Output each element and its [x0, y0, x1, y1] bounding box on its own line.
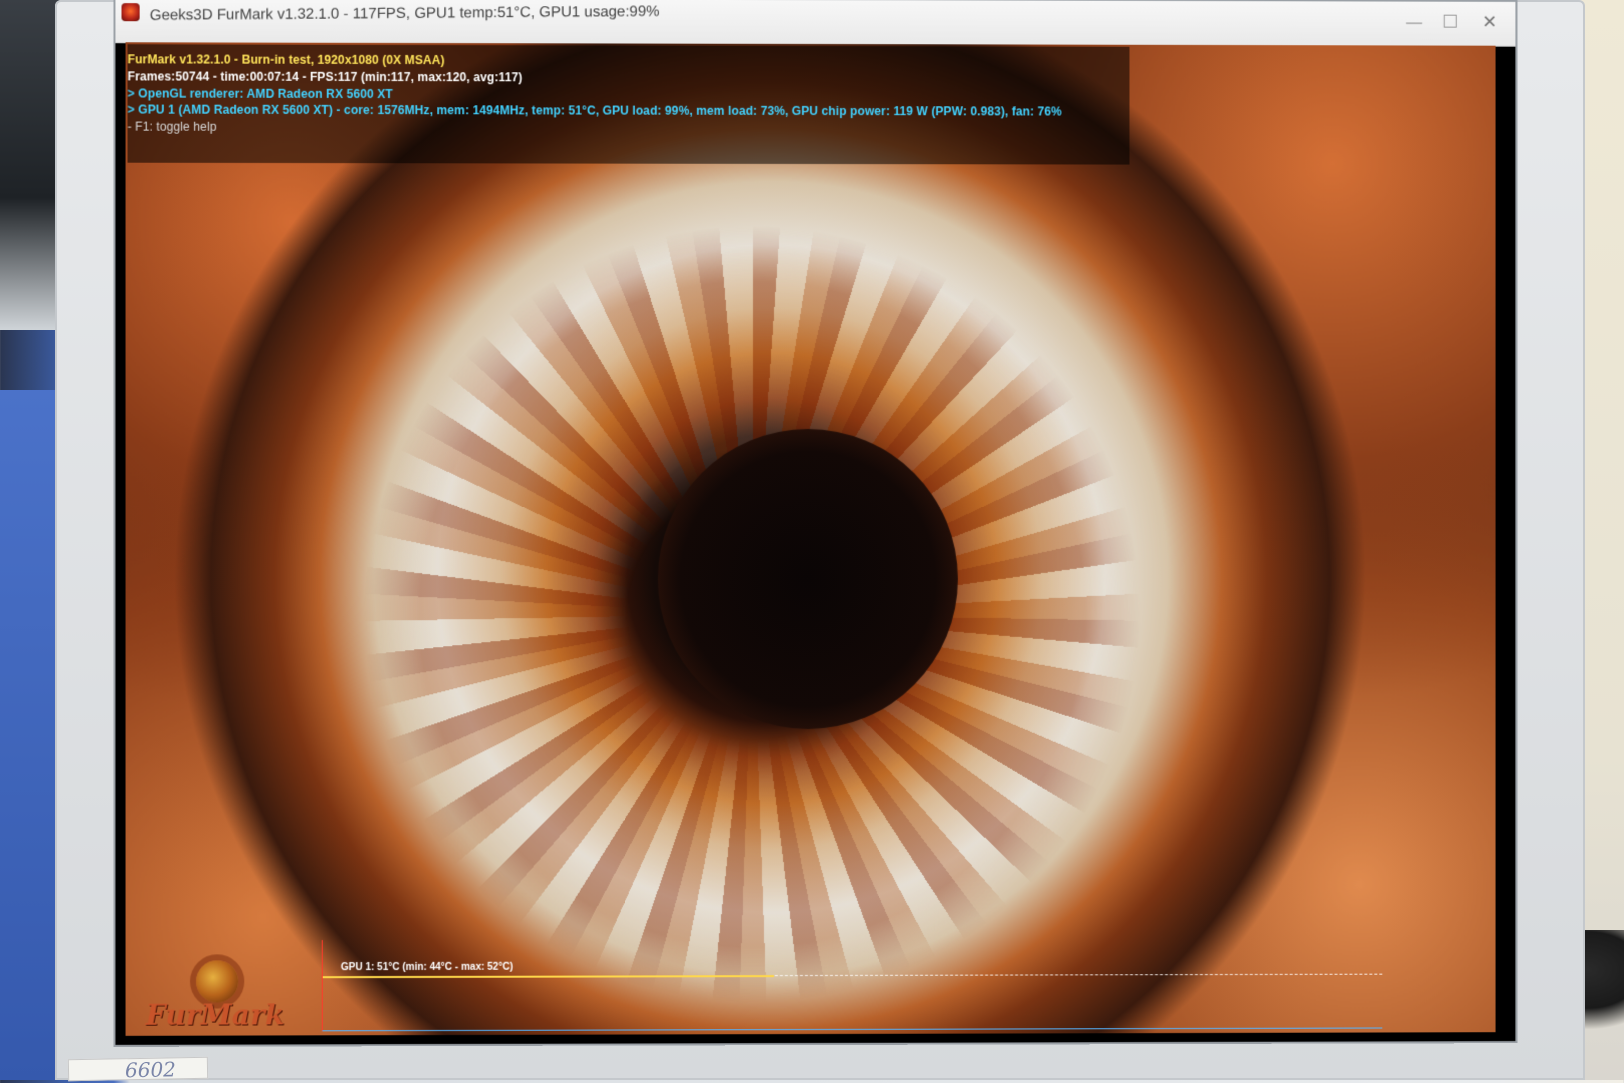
- close-button[interactable]: ✕: [1474, 10, 1506, 36]
- hud-renderer-line: > OpenGL renderer: AMD Radeon RX 5600 XT: [127, 86, 393, 102]
- logo-text: FurMark: [145, 998, 285, 1032]
- window-title: Geeks3D FurMark v1.32.1.0 - 117FPS, GPU1…: [149, 2, 660, 24]
- furmark-app-icon: [121, 3, 140, 22]
- minimize-button[interactable]: —: [1398, 10, 1430, 36]
- maximize-button[interactable]: ☐: [1434, 10, 1466, 36]
- asset-sticker: 6602: [67, 1056, 209, 1082]
- hud-help-line: - F1: toggle help: [127, 119, 217, 134]
- hud-overlay: FurMark v1.32.1.0 - Burn-in test, 1920x1…: [127, 44, 1130, 165]
- pupil: [657, 428, 958, 730]
- temperature-graph-series: [322, 975, 774, 979]
- title-bar[interactable]: Geeks3D FurMark v1.32.1.0 - 117FPS, GPU1…: [115, 0, 1516, 47]
- hud-frames-line: Frames:50744 - time:00:07:14 - FPS:117 (…: [127, 69, 523, 85]
- hud-title-line: FurMark v1.32.1.0 - Burn-in test, 1920x1…: [127, 52, 445, 68]
- furmark-logo: FurMark: [146, 950, 307, 1036]
- logo-orb-icon: [196, 960, 239, 1003]
- hud-gpu-line: > GPU 1 (AMD Radeon RX 5600 XT) - core: …: [127, 102, 1062, 119]
- furmark-window: Geeks3D FurMark v1.32.1.0 - 117FPS, GPU1…: [115, 0, 1516, 1045]
- temperature-graph: GPU 1: 51°C (min: 44°C - max: 52°C): [321, 937, 1383, 1032]
- temperature-graph-label: GPU 1: 51°C (min: 44°C - max: 52°C): [340, 961, 514, 974]
- render-viewport[interactable]: FurMark v1.32.1.0 - Burn-in test, 1920x1…: [125, 42, 1496, 1036]
